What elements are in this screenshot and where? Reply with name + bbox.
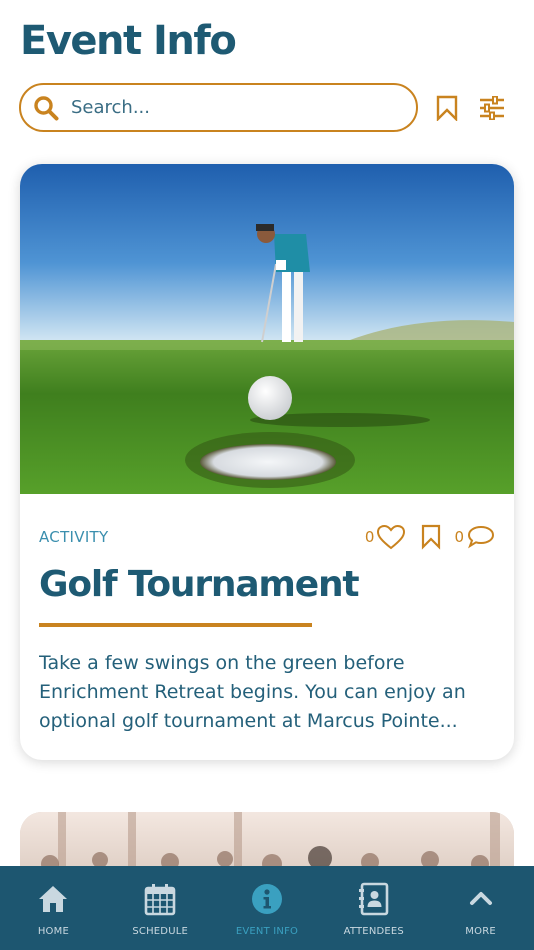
tab-more[interactable]: MORE	[427, 866, 534, 950]
description-line: Take a few swings on the green before	[39, 652, 405, 674]
comment-icon[interactable]	[466, 524, 496, 550]
title-underline	[39, 623, 312, 627]
tab-label: SCHEDULE	[132, 926, 189, 937]
tab-home[interactable]: HOME	[0, 866, 107, 950]
contact-card-icon	[358, 882, 389, 916]
event-stats: 0 0	[365, 522, 496, 552]
info-icon	[251, 884, 282, 914]
calendar-icon	[144, 884, 176, 916]
event-category: ACTIVITY	[39, 528, 109, 546]
event-card[interactable]: ACTIVITY 0 0 Golf Tournament Take a few …	[20, 164, 514, 760]
tab-label: EVENT INFO	[235, 926, 299, 937]
tab-label: MORE	[465, 926, 496, 937]
tab-attendees[interactable]: ATTENDEES	[320, 866, 427, 950]
description-line: optional golf tournament at Marcus Point…	[39, 710, 458, 732]
filter-sliders-icon[interactable]	[479, 96, 505, 120]
tab-label: ATTENDEES	[343, 926, 404, 937]
bottom-tab-bar: HOME SCHEDULE EVENT INFO ATTENDEES MORE	[0, 866, 534, 950]
like-count: 0	[364, 528, 375, 546]
tab-event-info[interactable]: EVENT INFO	[214, 866, 321, 950]
page-title: Event Info	[20, 18, 237, 64]
bookmark-filter-icon[interactable]	[436, 95, 458, 121]
search-input[interactable]	[71, 97, 371, 118]
golf-event-image	[20, 164, 514, 494]
tab-schedule[interactable]: SCHEDULE	[107, 866, 214, 950]
comment-count: 0	[454, 528, 464, 546]
event-title: Golf Tournament	[39, 564, 360, 605]
home-icon	[39, 886, 68, 912]
search-bar[interactable]	[19, 83, 418, 132]
heart-icon[interactable]	[376, 524, 406, 550]
bookmark-icon[interactable]	[420, 524, 442, 550]
event-description: Take a few swings on the green before En…	[39, 649, 501, 736]
chevron-up-icon	[469, 892, 492, 905]
description-line: Enrichment Retreat begins. You can enjoy…	[39, 681, 466, 703]
search-icon	[34, 95, 59, 120]
tab-label: HOME	[37, 926, 69, 937]
